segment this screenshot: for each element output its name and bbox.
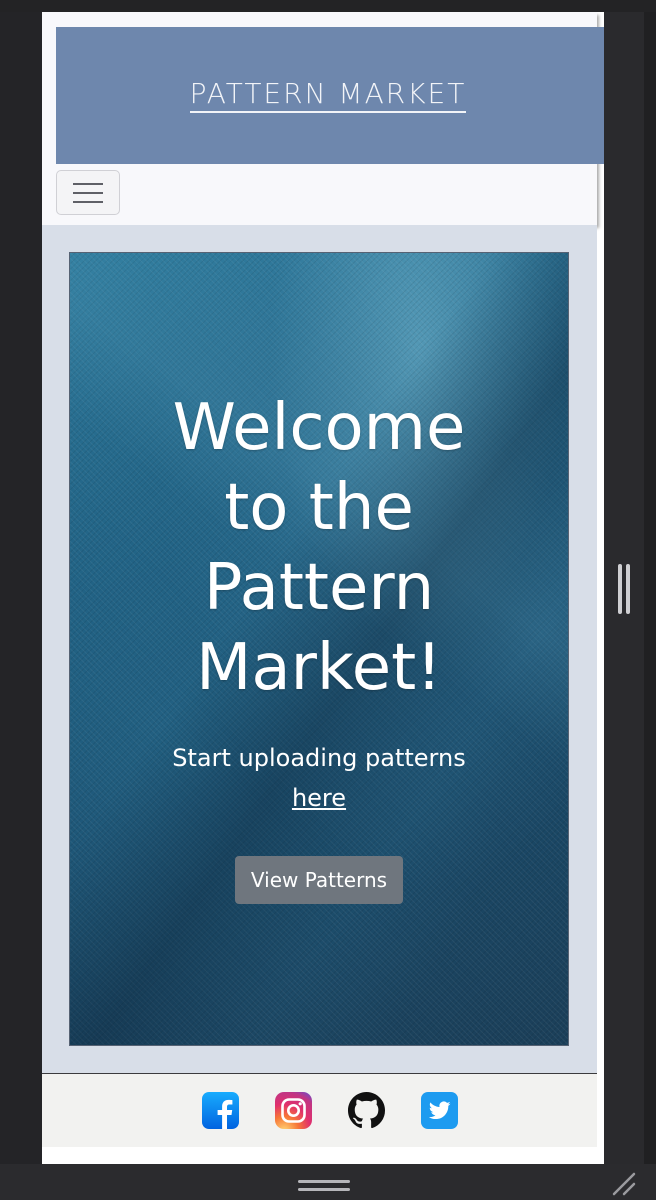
right-bezel-edge xyxy=(644,12,656,1200)
side-drag-handle[interactable] xyxy=(626,564,630,614)
logo-text: PATTERN MARKET xyxy=(189,78,467,113)
nav-toggle-button[interactable] xyxy=(56,170,120,215)
main-content: Welcome to the Pattern Market! Start upl… xyxy=(42,225,597,1073)
right-bezel xyxy=(604,12,644,1164)
facebook-icon[interactable] xyxy=(201,1092,239,1129)
site-header: PATTERN MARKET xyxy=(42,12,604,225)
twitter-icon[interactable] xyxy=(420,1092,458,1129)
window-top-bar xyxy=(0,0,656,12)
web-page: PATTERN MARKET Welcome to the Pattern Ma… xyxy=(42,12,604,1164)
hero-subtitle-text: Start uploading patterns xyxy=(172,744,466,772)
hero-subtitle: Start uploading patterns here xyxy=(70,738,568,818)
resize-grip-icon[interactable] xyxy=(610,1170,638,1198)
upload-here-link[interactable]: here xyxy=(292,778,346,818)
hero-content: Welcome to the Pattern Market! Start upl… xyxy=(70,388,568,904)
hamburger-icon xyxy=(73,182,103,185)
site-footer xyxy=(42,1073,597,1147)
logo-banner: PATTERN MARKET xyxy=(56,27,604,164)
bottom-drag-handle[interactable] xyxy=(298,1180,350,1183)
instagram-icon[interactable] xyxy=(274,1092,312,1129)
view-patterns-button[interactable]: View Patterns xyxy=(234,856,404,904)
hero-title: Welcome to the Pattern Market! xyxy=(172,391,466,705)
site-logo[interactable]: PATTERN MARKET xyxy=(189,78,467,113)
bottom-drag-handle[interactable] xyxy=(298,1188,350,1191)
github-icon[interactable] xyxy=(347,1092,385,1129)
hamburger-icon xyxy=(73,200,103,203)
left-bezel xyxy=(0,12,42,1164)
hamburger-icon xyxy=(73,191,103,194)
hero-section: Welcome to the Pattern Market! Start upl… xyxy=(69,252,569,1046)
side-drag-handle[interactable] xyxy=(618,564,622,614)
